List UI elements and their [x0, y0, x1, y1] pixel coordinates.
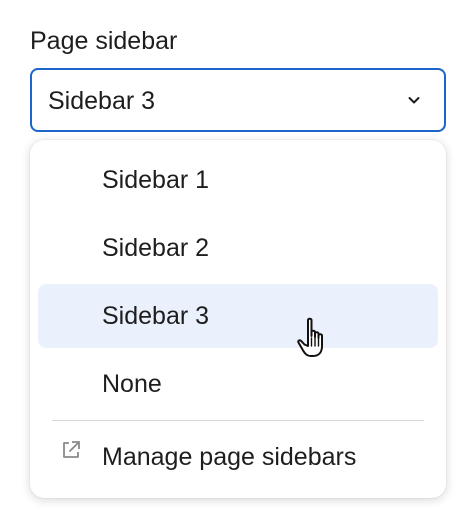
- chevron-down-icon: [408, 97, 420, 104]
- manage-page-sidebars-link[interactable]: Manage page sidebars: [38, 428, 438, 490]
- menu-item-sidebar-1[interactable]: Sidebar 1: [38, 148, 438, 212]
- menu-item-sidebar-3[interactable]: Sidebar 3: [38, 284, 438, 348]
- menu-item-label: Sidebar 2: [102, 234, 210, 262]
- menu-item-none[interactable]: None: [38, 352, 438, 416]
- menu-item-label: Sidebar 1: [102, 166, 210, 194]
- menu-item-label: None: [102, 370, 162, 398]
- menu-item-sidebar-2[interactable]: Sidebar 2: [38, 216, 438, 280]
- sidebar-select[interactable]: Sidebar 3: [30, 68, 446, 132]
- select-value: Sidebar 3: [48, 87, 156, 115]
- field-label: Page sidebar: [30, 27, 178, 55]
- menu-divider: [52, 420, 424, 421]
- manage-label: Manage page sidebars: [102, 443, 357, 471]
- hand-pointer-cursor-icon: [297, 317, 323, 357]
- dropdown-menu: Sidebar 1 Sidebar 2 Sidebar 3 None Manag…: [30, 140, 446, 498]
- external-link-icon: [63, 441, 80, 458]
- menu-item-label: Sidebar 3: [102, 302, 210, 330]
